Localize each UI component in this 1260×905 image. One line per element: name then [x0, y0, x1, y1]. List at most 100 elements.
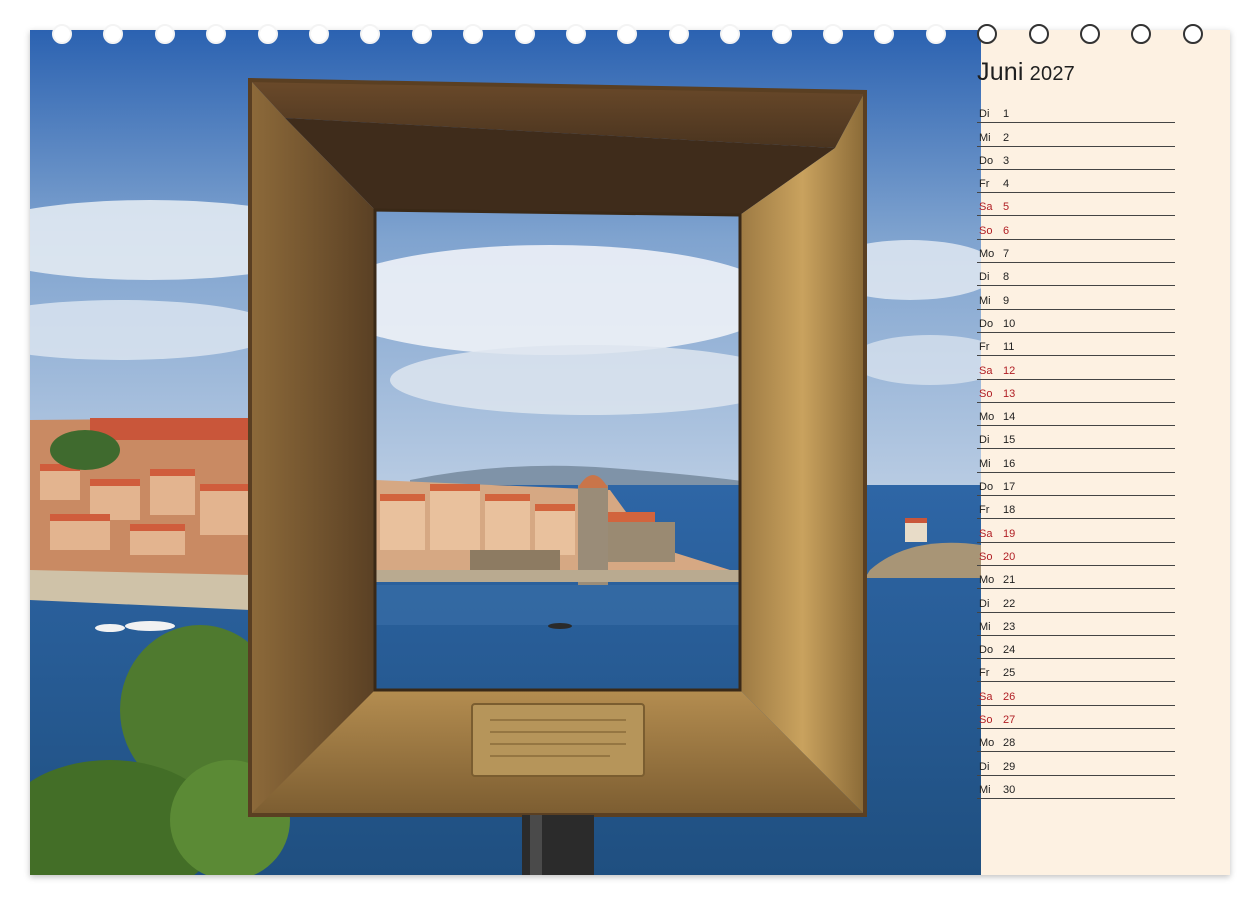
day-row: Mo 21 [977, 566, 1175, 590]
day-row: Do 24 [977, 636, 1175, 660]
day-number: 8 [1003, 271, 1010, 284]
day-row: Mo 28 [977, 729, 1175, 753]
day-number: 25 [1003, 667, 1016, 680]
binding-hole-icon [771, 24, 792, 44]
day-row: Mo 7 [977, 240, 1175, 264]
day-row: Mi 9 [977, 286, 1175, 310]
binding-hole-icon [1028, 24, 1049, 44]
collioure-framed-photo [30, 30, 981, 875]
day-of-week: Do [979, 317, 994, 330]
day-of-week: Di [979, 760, 990, 773]
day-number: 5 [1003, 201, 1010, 214]
day-number: 23 [1003, 620, 1016, 633]
day-row: Mi 16 [977, 449, 1175, 473]
day-row: Sa 19 [977, 519, 1175, 543]
day-row: Fr 4 [977, 170, 1175, 194]
day-row: Sa 26 [977, 682, 1175, 706]
day-row: Fr 25 [977, 659, 1175, 683]
day-number: 16 [1003, 457, 1016, 470]
day-of-week: Mi [979, 783, 991, 796]
day-row: Fr 11 [977, 333, 1175, 357]
day-of-week: Sa [979, 201, 993, 214]
month-title: Juni 2027 [977, 58, 1075, 87]
month-name: Juni [977, 58, 1024, 86]
day-of-week: Do [979, 481, 994, 494]
binding-hole-icon [874, 24, 895, 44]
binding-hole-icon [309, 24, 329, 44]
day-row: Mi 2 [977, 123, 1175, 147]
day-number: 12 [1003, 364, 1016, 377]
binding-hole-icon [52, 24, 72, 44]
day-of-week: Fr [979, 341, 990, 354]
day-number: 30 [1003, 783, 1016, 796]
day-of-week: Mi [979, 620, 991, 633]
day-number: 13 [1003, 387, 1016, 400]
binding-hole-icon [206, 24, 227, 44]
day-of-week: Sa [979, 364, 993, 377]
binding-hole-icon [566, 24, 586, 44]
day-number: 2 [1003, 131, 1010, 144]
binding-hole-icon [103, 24, 124, 44]
day-of-week: Fr [979, 667, 990, 680]
binding-hole-icon [720, 24, 741, 44]
day-row: Di 15 [977, 426, 1175, 450]
day-number: 6 [1003, 224, 1010, 237]
day-number: 29 [1003, 760, 1016, 773]
binding-hole-icon [411, 24, 432, 44]
day-of-week: Mo [979, 737, 995, 750]
day-number: 1 [1003, 108, 1010, 121]
day-of-week: Di [979, 434, 990, 447]
day-number: 24 [1003, 644, 1016, 657]
day-of-week: So [979, 550, 993, 563]
binding-hole-icon [617, 24, 638, 44]
day-row: Fr 18 [977, 496, 1175, 520]
binding-hole-icon [1182, 24, 1203, 44]
day-row: Mi 23 [977, 613, 1175, 636]
day-number: 9 [1003, 294, 1010, 307]
day-of-week: Sa [979, 527, 993, 540]
day-row: Di 22 [977, 589, 1175, 613]
day-number: 17 [1003, 481, 1016, 494]
day-row: Di 29 [977, 752, 1175, 776]
day-number: 21 [1003, 574, 1016, 587]
binding-hole-icon [668, 24, 689, 44]
day-of-week: Fr [979, 504, 990, 517]
binding-hole-icon [823, 24, 843, 44]
day-of-week: Mo [979, 248, 995, 261]
day-number: 7 [1003, 248, 1010, 261]
day-of-week: Mo [979, 574, 995, 587]
day-row: Di 8 [977, 263, 1175, 287]
day-number: 15 [1003, 434, 1016, 447]
day-of-week: Mi [979, 294, 991, 307]
day-number: 18 [1003, 504, 1016, 517]
day-of-week: Sa [979, 690, 993, 703]
day-row: Do 17 [977, 473, 1175, 497]
binding-hole-icon [1080, 24, 1100, 44]
day-number: 20 [1003, 550, 1016, 563]
binding-hole-icon [925, 24, 946, 44]
day-number: 27 [1003, 714, 1016, 727]
day-number: 26 [1003, 690, 1016, 703]
day-of-week: Mi [979, 457, 991, 470]
day-of-week: Fr [979, 178, 990, 191]
day-number: 10 [1003, 317, 1016, 330]
binding-hole-icon [257, 24, 278, 44]
day-of-week: Di [979, 271, 990, 284]
month-year: 2027 [1029, 63, 1075, 85]
binding-hole-icon [1131, 24, 1152, 44]
day-of-week: So [979, 714, 993, 727]
day-of-week: So [979, 387, 993, 400]
day-row: Mo 14 [977, 403, 1175, 427]
day-row: Sa 5 [977, 193, 1175, 217]
day-list: Di 1 Mi 2 Do 3 Fr 4 Sa 5 So 6 Mo 7 Di 8 Mi 9 Do 10 Fr 11 Sa 12 S… [977, 100, 1175, 799]
day-row: Di 1 [977, 100, 1175, 124]
day-row: Sa 12 [977, 356, 1175, 380]
binding-hole-icon [977, 24, 998, 44]
day-row: Do 10 [977, 310, 1175, 333]
day-row: So 6 [977, 216, 1175, 240]
day-number: 3 [1003, 154, 1010, 167]
day-number: 28 [1003, 737, 1016, 750]
day-number: 11 [1003, 341, 1015, 354]
engraved-plaque-icon [471, 703, 645, 777]
day-row: Do 3 [977, 147, 1175, 170]
